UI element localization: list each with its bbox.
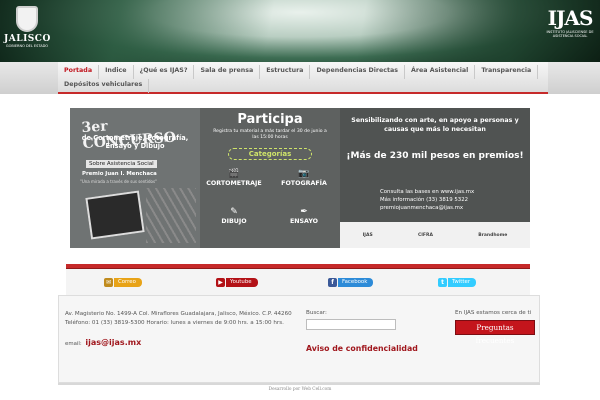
banner-consulta-line3: premiojuanmenchaca@ijas.mx: [380, 205, 464, 211]
search-input[interactable]: [306, 319, 396, 330]
twitter-icon: t: [438, 278, 447, 287]
category-dibujo-label: DIBUJO: [221, 218, 247, 225]
nav-item-que-es-ijas[interactable]: ¿Qué es IJAS?: [134, 65, 195, 79]
banner-consulta-line1: Consulta las bases en www.ijas.mx: [380, 189, 475, 195]
nav-item-portada[interactable]: Portada: [58, 65, 100, 79]
nav-item-indice[interactable]: Indice: [99, 65, 134, 79]
category-cortometraje: 🎬 CORTOMETRAJE: [202, 166, 266, 190]
nav-row-2: Depósitos vehiculares: [58, 79, 150, 93]
category-dibujo: ✎ DIBUJO: [202, 204, 266, 228]
mail-icon: ✉: [104, 278, 113, 287]
ijas-logo[interactable]: IJAS INSTITUTO JALISCIENSE DE ASISTENCIA…: [546, 6, 594, 38]
facebook-button[interactable]: f Facebook: [328, 277, 374, 288]
banner-contest-categories: de Cortometraje, Fotografía, Ensayo y Di…: [81, 134, 189, 150]
banner-consulta-line2: Más información (33) 3819 5322: [380, 197, 469, 203]
category-ensayo-label: ENSAYO: [289, 218, 319, 225]
facebook-icon: f: [328, 278, 337, 287]
ijas-logo-mark: IJAS: [547, 6, 594, 30]
near-you-text: En IJAS estamos cerca de ti: [455, 310, 532, 316]
jalisco-logo[interactable]: JALISCO GOBIERNO DEL ESTADO: [4, 6, 50, 58]
pencil-icon: ✎: [230, 207, 238, 217]
banner-right-panel: Sensibilizando con arte, en apoyo a pers…: [340, 108, 530, 248]
banner-contest-award: Premio Juan I. Menchaca: [82, 171, 157, 177]
site-footer: Av. Magisterio No. 1499-A Col. Miraflore…: [58, 295, 540, 383]
jalisco-logo-name: JALISCO: [4, 34, 51, 44]
banner-sensibilizando: Sensibilizando con arte, en apoyo a pers…: [351, 117, 519, 133]
site-header: JALISCO GOBIERNO DEL ESTADO IJAS INSTITU…: [0, 0, 600, 62]
nav-item-area-asistencial[interactable]: Área Asistencial: [405, 65, 476, 79]
sponsor-ijas: IJAS: [362, 232, 373, 238]
youtube-icon: ▶: [216, 278, 225, 287]
banner-contest-tagline: "Una mirada a través de sus sentidos": [80, 179, 157, 184]
phone-text: Teléfono: 01 (33) 3819-5300 Horario: lun…: [65, 320, 284, 326]
banner-participa: Participa: [237, 112, 303, 127]
search-label: Buscar:: [306, 310, 327, 316]
youtube-button[interactable]: ▶ Youtube: [216, 277, 258, 288]
facebook-label: Facebook: [338, 278, 374, 287]
header-decoration: [0, 0, 600, 62]
correo-button[interactable]: ✉ Correo: [104, 277, 142, 288]
banner-consulta: Consulta las bases en www.ijas.mx Más in…: [380, 188, 530, 212]
nav-item-dependencias[interactable]: Dependencias Directas: [310, 65, 406, 79]
nav-item-sala-de-prensa[interactable]: Sala de prensa: [194, 65, 261, 79]
coat-of-arms-icon: [16, 6, 38, 32]
twitter-label: Twitter: [448, 278, 477, 287]
nav-item-depositos[interactable]: Depósitos vehiculares: [58, 79, 150, 93]
ijas-logo-sub: INSTITUTO JALISCIENSE DE ASISTENCIA SOCI…: [546, 30, 594, 38]
sponsor-strip: IJAS CIFRA Brandhome: [340, 222, 530, 248]
nav-item-transparencia[interactable]: Transparencia: [475, 65, 539, 79]
category-fotografia-label: FOTOGRAFÍA: [281, 180, 327, 187]
banner-categorias-label: Categorías: [228, 148, 312, 160]
faq-button[interactable]: Preguntas frecuentes: [455, 320, 535, 345]
clapperboard-icon: [85, 190, 145, 240]
pen-icon: ✒: [300, 207, 308, 217]
correo-label: Correo: [114, 278, 142, 287]
twitter-button[interactable]: t Twitter: [438, 277, 477, 288]
sponsor-brandhome: Brandhome: [478, 232, 508, 238]
developer-credit[interactable]: Desarrollo por Web Cell.com: [0, 387, 600, 392]
email-link[interactable]: ijas@ijas.mx: [85, 338, 141, 347]
nav-row-1: Portada Indice ¿Qué es IJAS? Sala de pre…: [58, 65, 539, 79]
social-bar: ✉ Correo ▶ Youtube f Facebook t Twitter: [66, 269, 530, 295]
contest-banner[interactable]: 3er CONCURSO de Cortometraje, Fotografía…: [70, 108, 530, 248]
sponsor-cifra: CIFRA: [417, 232, 433, 238]
jalisco-logo-sub: GOBIERNO DEL ESTADO: [5, 44, 49, 48]
contact-info: Av. Magisterio No. 1499-A Col. Miraflore…: [65, 310, 305, 328]
film-icon: 🎬: [228, 169, 240, 179]
banner-premios: ¡Más de 230 mil pesos en premios!: [346, 151, 524, 161]
category-cortometraje-label: CORTOMETRAJE: [206, 180, 262, 187]
banner-contest-topic: Sobre Asistencia Social: [86, 160, 157, 168]
category-fotografia: 📷 FOTOGRAFÍA: [272, 166, 336, 190]
email-row: email: ijas@ijas.mx: [65, 338, 141, 347]
footer-shadow: [58, 383, 540, 385]
nav-item-estructura[interactable]: Estructura: [260, 65, 311, 79]
main-nav: Portada Indice ¿Qué es IJAS? Sala de pre…: [58, 62, 548, 94]
banner-left-panel: 3er CONCURSO de Cortometraje, Fotografía…: [70, 108, 200, 248]
category-ensayo: ✒ ENSAYO: [272, 204, 336, 228]
address-text: Av. Magisterio No. 1499-A Col. Miraflore…: [65, 311, 292, 317]
camera-icon: 📷: [298, 169, 310, 179]
banner-middle-panel: Participa Registra tu material a más tar…: [200, 108, 340, 248]
youtube-label: Youtube: [226, 278, 258, 287]
email-label: email:: [65, 341, 82, 347]
paintbrushes-icon: [146, 188, 196, 243]
privacy-notice-link[interactable]: Aviso de confidencialidad: [306, 344, 418, 353]
banner-registra: Registra tu material a más tardar el 30 …: [213, 129, 327, 140]
